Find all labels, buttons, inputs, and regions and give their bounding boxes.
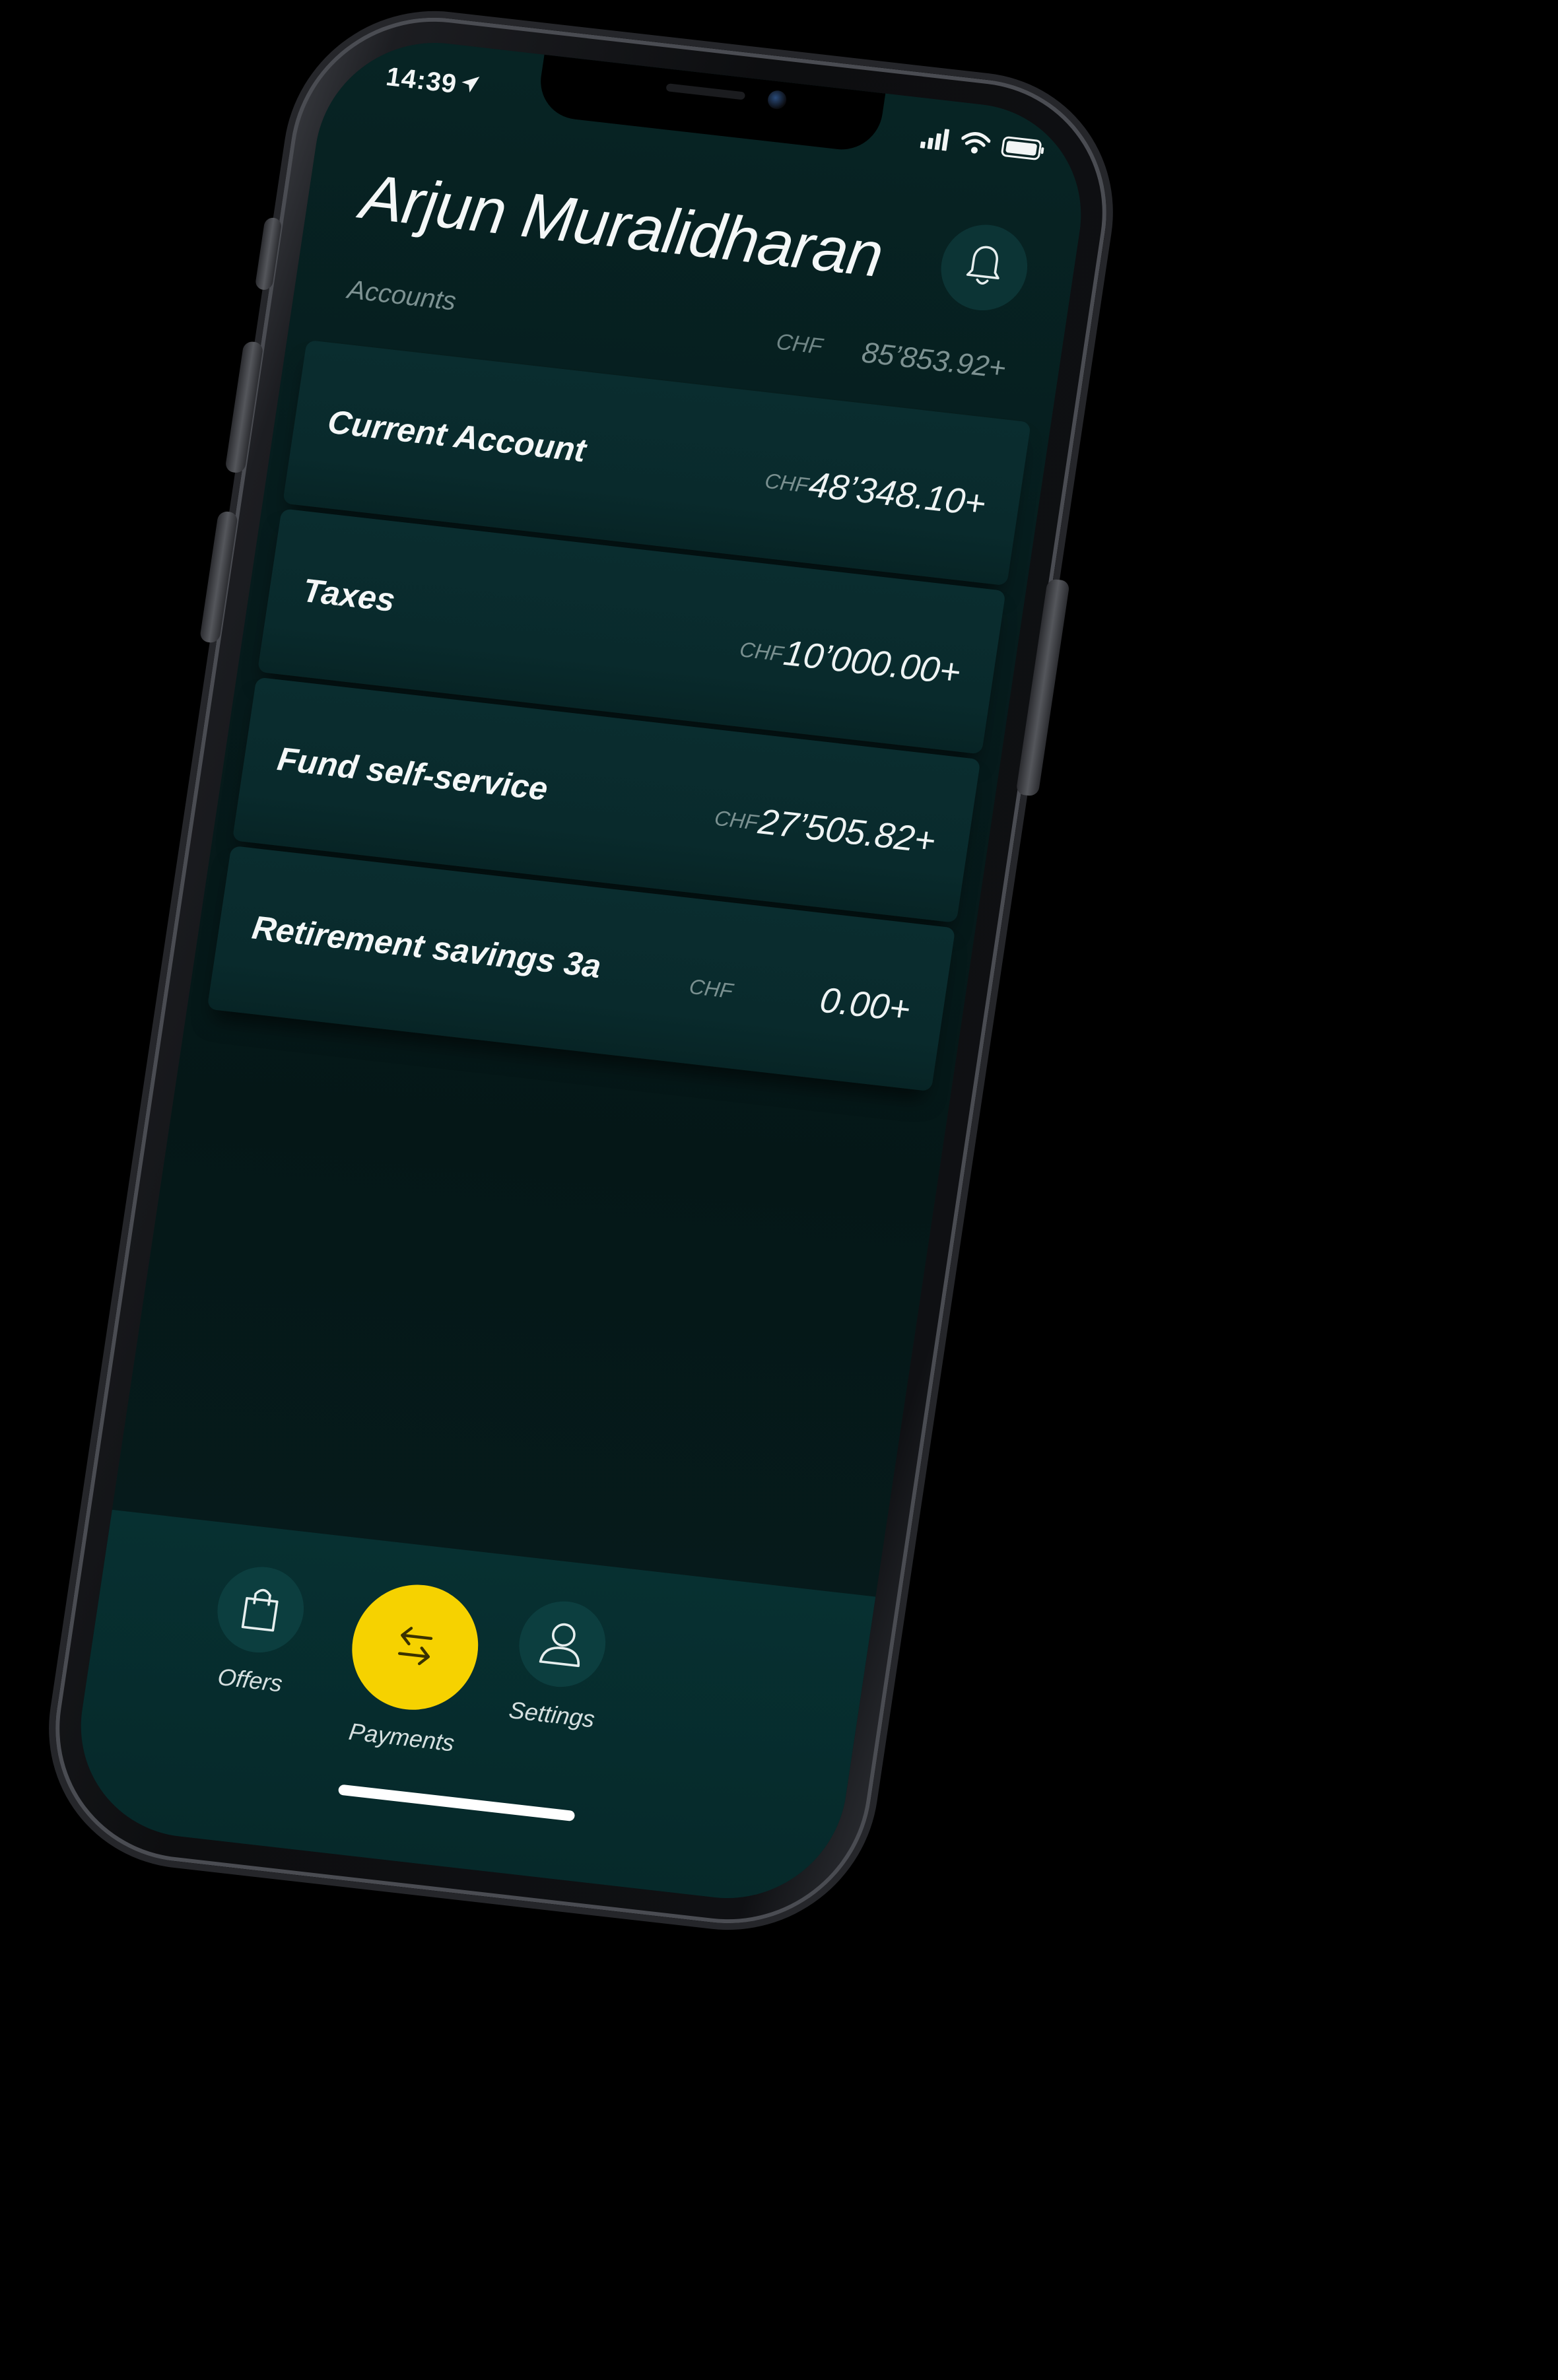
accounts-list: Current Account CHF 48’348.10+ Taxes CHF… bbox=[187, 337, 1051, 1099]
accounts-currency: CHF bbox=[774, 329, 825, 360]
account-amount: 0.00+ bbox=[817, 980, 913, 1030]
shopping-bag-icon bbox=[236, 1583, 285, 1637]
payments-icon-circle bbox=[343, 1578, 487, 1717]
bell-icon bbox=[959, 241, 1009, 294]
cellular-signal-icon bbox=[918, 125, 951, 154]
accounts-label: Accounts bbox=[345, 275, 458, 316]
notifications-button[interactable] bbox=[935, 220, 1034, 315]
phone-screen: 14:39 Arjun Muralidharan Accounts CHF 85… bbox=[65, 30, 1097, 1911]
tab-offers[interactable]: Offers bbox=[205, 1562, 310, 1699]
status-icons bbox=[918, 125, 1047, 165]
account-name: Retirement savings 3a bbox=[250, 908, 604, 986]
account-amount: 27’505.82+ bbox=[756, 801, 938, 862]
status-time: 14:39 bbox=[384, 62, 459, 99]
user-icon bbox=[535, 1616, 589, 1672]
transfer-arrows-icon bbox=[383, 1615, 447, 1680]
battery-icon bbox=[999, 135, 1046, 165]
account-name: Fund self-service bbox=[275, 740, 551, 808]
account-currency: CHF bbox=[763, 468, 810, 498]
tab-payments[interactable]: Payments bbox=[337, 1578, 487, 1758]
tab-payments-label: Payments bbox=[347, 1717, 456, 1757]
offers-icon-circle bbox=[211, 1562, 310, 1657]
wifi-icon bbox=[959, 130, 991, 159]
account-amount: 10’000.00+ bbox=[781, 633, 964, 693]
settings-icon-circle bbox=[513, 1596, 612, 1692]
tab-settings-label: Settings bbox=[507, 1696, 597, 1733]
account-currency: CHF bbox=[738, 637, 785, 666]
account-currency: CHF bbox=[687, 974, 735, 1003]
phone-device: 14:39 Arjun Muralidharan Accounts CHF 85… bbox=[36, 3, 1126, 1938]
account-currency: CHF bbox=[712, 805, 760, 834]
account-name: Current Account bbox=[325, 403, 589, 469]
tab-offers-label: Offers bbox=[216, 1662, 285, 1697]
phone-mockup: 14:39 Arjun Muralidharan Accounts CHF 85… bbox=[0, 0, 1558, 2380]
account-name: Taxes bbox=[300, 571, 398, 619]
tab-settings[interactable]: Settings bbox=[507, 1596, 612, 1734]
account-amount: 48’348.10+ bbox=[806, 464, 989, 524]
location-arrow-icon bbox=[457, 72, 483, 96]
